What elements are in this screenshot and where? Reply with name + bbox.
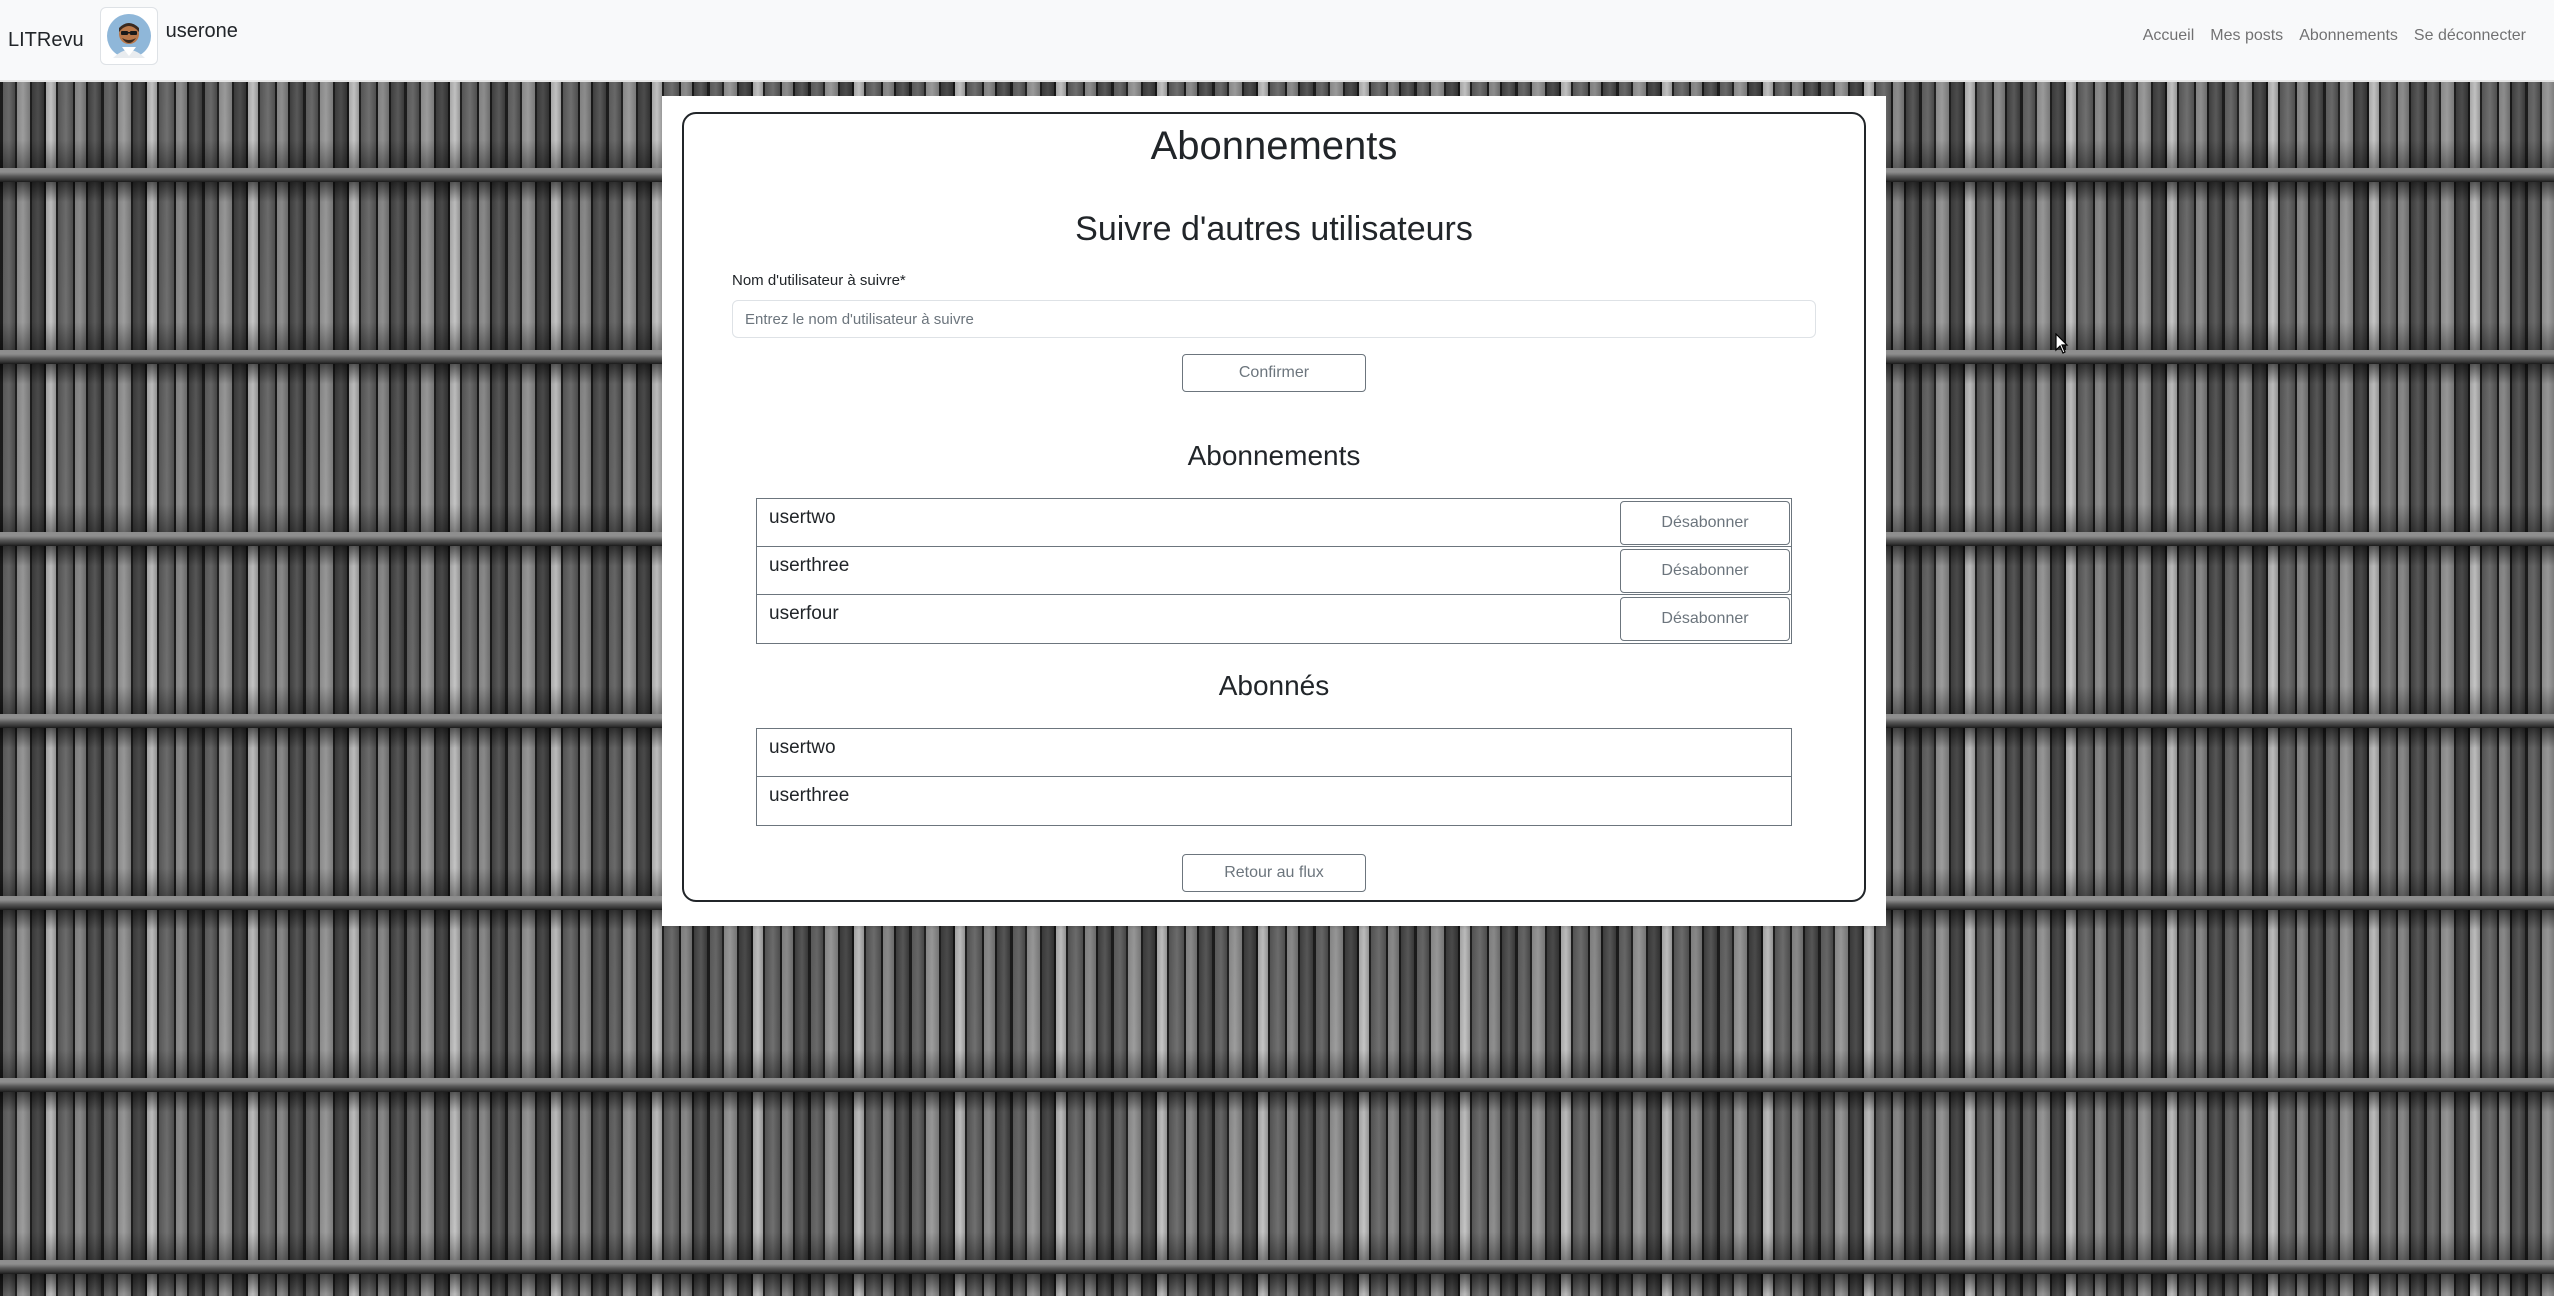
followers-list: usertwo userthree — [756, 728, 1792, 826]
follower-row: usertwo — [757, 729, 1791, 777]
unsubscribe-button[interactable]: Désabonner — [1620, 549, 1790, 593]
follow-username-label: Nom d'utilisateur à suivre* — [732, 272, 906, 289]
page-title: Abonnements — [1150, 124, 1398, 168]
follower-username: userthree — [769, 785, 850, 806]
follow-section-title: Suivre d'autres utilisateurs — [1075, 210, 1473, 248]
navbar: LITRevu userone Accueil Mes posts Abonne… — [0, 0, 2554, 82]
follow-username-input[interactable] — [732, 300, 1816, 338]
user-avatar-icon — [99, 7, 158, 65]
confirm-button[interactable]: Confirmer — [1182, 354, 1366, 392]
followers-title: Abonnés — [1218, 670, 1330, 701]
brand-link[interactable]: LITRevu — [8, 29, 84, 52]
main-panel: Abonnements Suivre d'autres utilisateurs… — [662, 96, 1886, 926]
mouse-pointer-icon — [2055, 332, 2069, 360]
current-username: userone — [165, 19, 238, 42]
follower-row: userthree — [757, 777, 1791, 825]
subscription-row: userfour Désabonner — [757, 595, 1791, 643]
follower-username: usertwo — [769, 737, 836, 758]
nav-link-subscriptions[interactable]: Abonnements — [2291, 27, 2406, 45]
subscriptions-card: Abonnements Suivre d'autres utilisateurs… — [682, 112, 1866, 902]
nav-link-my-posts[interactable]: Mes posts — [2202, 27, 2291, 45]
back-to-feed-button[interactable]: Retour au flux — [1182, 854, 1366, 892]
nav-link-home[interactable]: Accueil — [2135, 27, 2203, 45]
subscription-row: userthree Désabonner — [757, 547, 1791, 595]
unsubscribe-button[interactable]: Désabonner — [1620, 597, 1790, 641]
nav-link-logout[interactable]: Se déconnecter — [2406, 27, 2534, 45]
unsubscribe-button[interactable]: Désabonner — [1620, 501, 1790, 545]
subscriptions-title: Abonnements — [1187, 440, 1361, 471]
subscription-row: usertwo Désabonner — [757, 499, 1791, 547]
nav-links: Accueil Mes posts Abonnements Se déconne… — [2135, 27, 2534, 45]
subscriptions-list: usertwo Désabonner userthree Désabonner … — [756, 498, 1792, 644]
